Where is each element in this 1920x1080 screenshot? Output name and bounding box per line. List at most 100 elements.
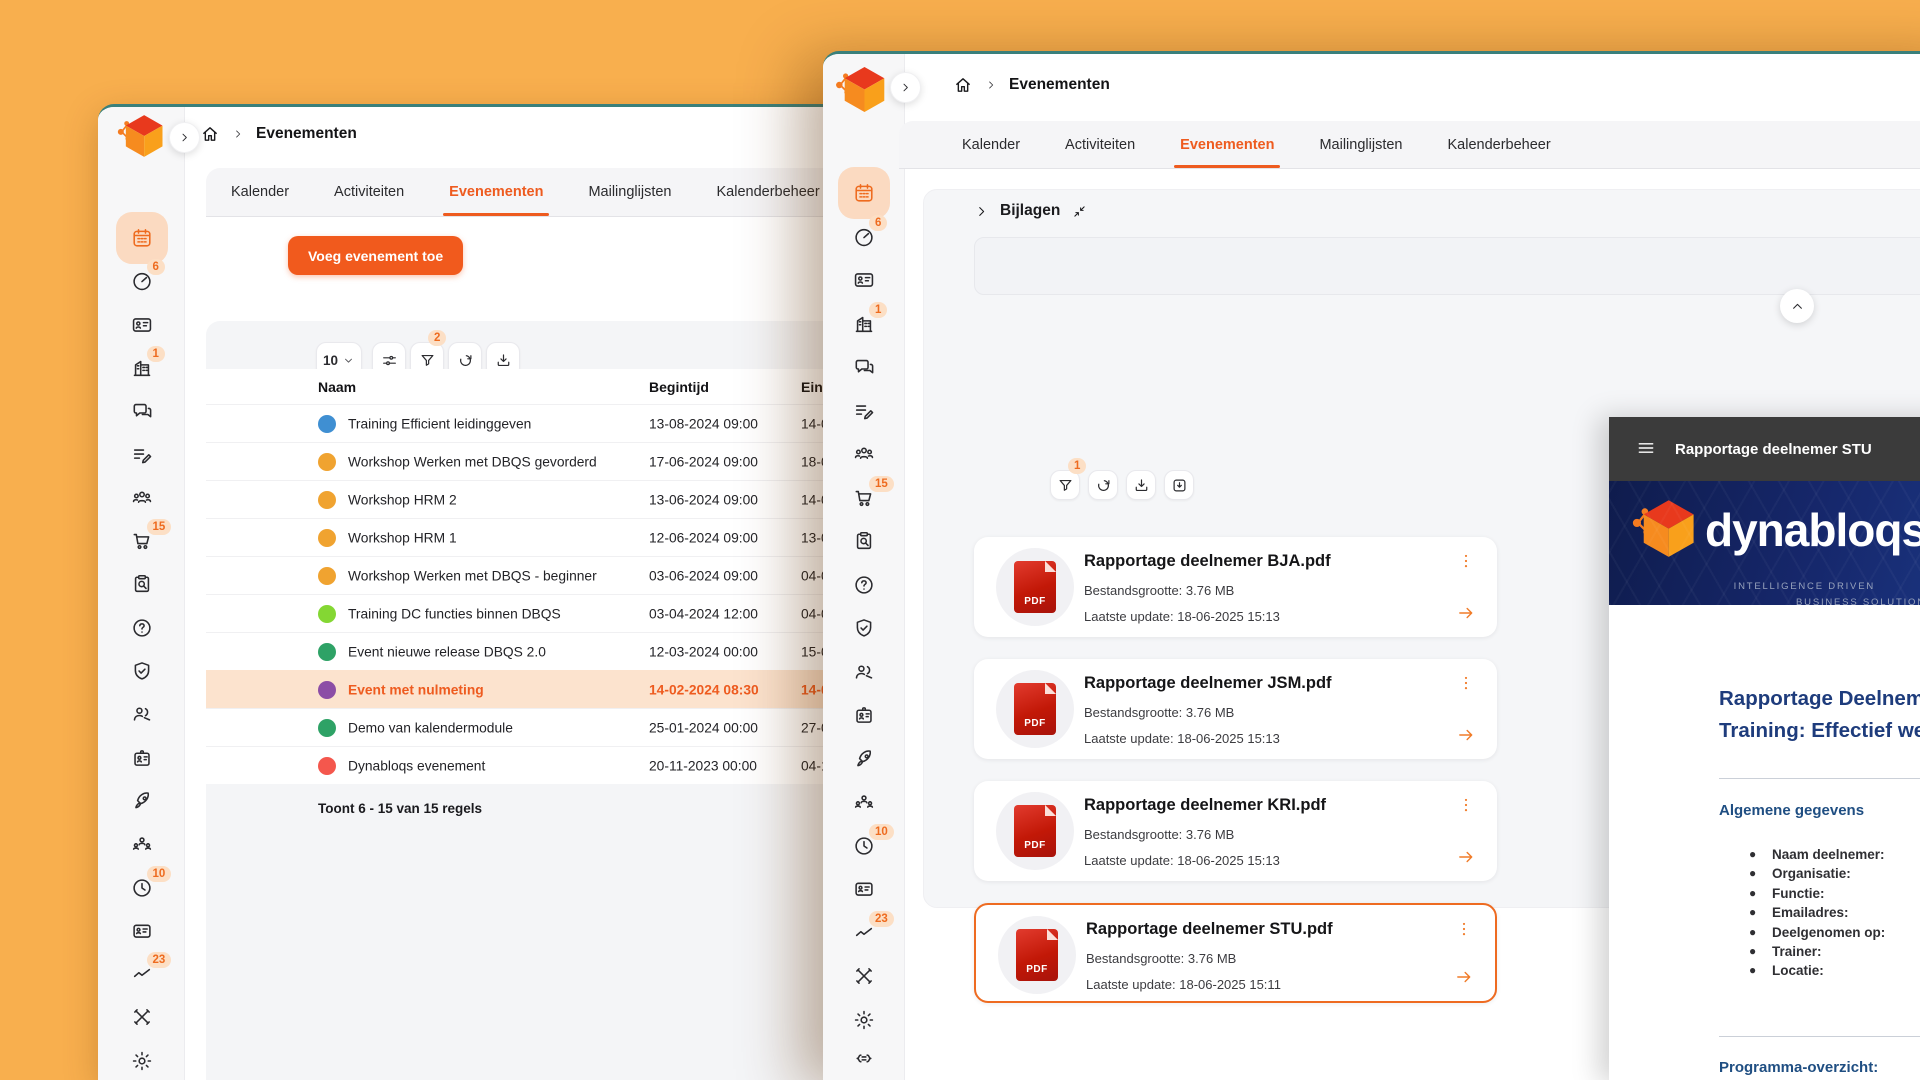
page-title: Evenementen [1009, 76, 1110, 94]
tab-kalenderbeheer[interactable]: Kalenderbeheer [716, 168, 819, 216]
field-label: Locatie: [1772, 961, 1920, 1000]
arrow-right-icon [1454, 967, 1474, 987]
front-sidebar-nav: 6 1 15 10 23 [823, 54, 904, 1080]
sidebar-item-clipboard-search[interactable] [851, 528, 877, 554]
tab-mailinglijsten[interactable]: Mailinglijsten [588, 168, 671, 216]
table-row[interactable]: Event nieuwe release DBQS 2.012-03-2024 … [206, 632, 888, 670]
sidebar-item-chat[interactable] [851, 354, 877, 380]
chevron-right-icon [232, 128, 244, 140]
sidebar-item-shield[interactable] [129, 658, 155, 684]
add-event-button[interactable]: Voeg evenement toe [288, 236, 463, 275]
home-icon[interactable] [200, 124, 220, 144]
sidebar-item-calendar[interactable] [838, 167, 890, 219]
sidebar-item-shield[interactable] [851, 615, 877, 641]
event-name: Dynabloqs evenement [348, 758, 485, 773]
event-color-dot [318, 757, 336, 775]
sidebar-item-help[interactable] [851, 572, 877, 598]
attachment-card[interactable]: PDF Rapportage deelnemer STU.pdf Bestand… [974, 903, 1497, 1003]
events-window-front: 6 1 15 10 23 Evenementen Kalender Activiteite… [823, 51, 1920, 1080]
sidebar-item-badge-id[interactable] [851, 702, 877, 728]
collapse-panel-button[interactable] [1780, 289, 1814, 323]
sidebar-item-rocket[interactable] [851, 746, 877, 772]
more-options-button[interactable] [1453, 919, 1475, 941]
sidebar-item-help[interactable] [129, 615, 155, 641]
home-icon[interactable] [953, 75, 973, 95]
event-color-dot [318, 643, 336, 661]
open-attachment-button[interactable] [1455, 847, 1477, 869]
tab-activiteiten[interactable]: Activiteiten [1065, 121, 1135, 168]
sidebar-item-team[interactable] [851, 789, 877, 815]
sidebar-item-rocket[interactable] [129, 788, 155, 814]
sidebar-item-people[interactable] [851, 441, 877, 467]
table-row[interactable]: Workshop HRM 213-06-2024 09:0014-06-2024… [206, 480, 888, 518]
sidebar-item-person-voice[interactable] [851, 659, 877, 685]
table-row[interactable]: Training DC functies binnen DBQS03-04-20… [206, 594, 888, 632]
tab-kalenderbeheer[interactable]: Kalenderbeheer [1447, 121, 1550, 168]
sidebar-item-cart[interactable]: 15 [129, 528, 155, 554]
sliders-icon [381, 352, 398, 369]
menu-icon[interactable] [1635, 438, 1657, 460]
sidebar-item-clock[interactable]: 10 [851, 833, 877, 859]
sidebar-item-id-card[interactable] [129, 312, 155, 338]
sidebar-item-team[interactable] [129, 831, 155, 857]
attachment-card[interactable]: PDF Rapportage deelnemer BJA.pdf Bestand… [974, 537, 1497, 637]
event-name: Workshop HRM 2 [348, 492, 457, 507]
sidebar-item-company[interactable]: 1 [851, 311, 877, 337]
kebab-icon [1455, 920, 1473, 938]
sidebar-item-trend[interactable]: 23 [851, 920, 877, 946]
chat-icon [131, 400, 153, 422]
more-options-button[interactable] [1455, 551, 1477, 573]
sidebar-item-tools[interactable] [851, 963, 877, 989]
more-options-button[interactable] [1455, 795, 1477, 817]
event-begin: 20-11-2023 00:00 [649, 758, 757, 773]
sidebar-item-chat[interactable] [129, 398, 155, 424]
notification-badge: 23 [147, 952, 172, 968]
tab-kalender[interactable]: Kalender [962, 121, 1020, 168]
sidebar-item-clock[interactable]: 10 [129, 875, 155, 901]
table-row[interactable]: Demo van kalendermodule25-01-2024 00:002… [206, 708, 888, 746]
open-attachment-button[interactable] [1455, 603, 1477, 625]
sidebar-item-people[interactable] [129, 485, 155, 511]
tab-evenementen[interactable]: Evenementen [449, 168, 543, 216]
sidebar-item-clipboard-search[interactable] [129, 571, 155, 597]
card-icon [853, 878, 875, 900]
sidebar-item-person-voice[interactable] [129, 701, 155, 727]
table-row[interactable]: Workshop HRM 112-06-2024 09:0013-06-2024… [206, 518, 888, 556]
table-row[interactable]: Workshop Werken met DBQS - beginner03-06… [206, 556, 888, 594]
sidebar-item-badge-id[interactable] [129, 745, 155, 771]
open-attachment-button[interactable] [1453, 967, 1475, 989]
field-label: Trainer: [1772, 942, 1920, 961]
sidebar-expand-button[interactable] [169, 122, 200, 153]
sidebar-item-code[interactable] [851, 1050, 877, 1076]
attachment-card[interactable]: PDF Rapportage deelnemer JSM.pdf Bestand… [974, 659, 1497, 759]
sidebar-item-gear[interactable] [851, 1007, 877, 1033]
more-options-button[interactable] [1455, 673, 1477, 695]
tab-activiteiten[interactable]: Activiteiten [334, 168, 404, 216]
sidebar-item-company[interactable]: 1 [129, 355, 155, 381]
sidebar-item-calendar[interactable] [116, 212, 168, 264]
table-row[interactable]: Dynabloqs evenement20-11-2023 00:0004-12… [206, 746, 888, 784]
table-header: Naam Begintijd Eindtijd [206, 369, 888, 404]
sidebar-item-notes[interactable] [129, 442, 155, 468]
sidebar-item-dashboard[interactable]: 6 [129, 268, 155, 294]
sidebar-item-gear[interactable] [129, 1048, 155, 1074]
table-row[interactable]: Training Efficient leidinggeven13-08-202… [206, 404, 888, 442]
sidebar-item-trend[interactable]: 23 [129, 961, 155, 987]
sidebar-item-card[interactable] [851, 876, 877, 902]
tab-evenementen[interactable]: Evenementen [1180, 121, 1274, 168]
sidebar-item-id-card[interactable] [851, 267, 877, 293]
badge-id-icon [131, 747, 153, 769]
sidebar-item-tools[interactable] [129, 1004, 155, 1030]
sidebar-item-card[interactable] [129, 918, 155, 944]
sidebar-item-dashboard[interactable]: 6 [851, 224, 877, 250]
table-row[interactable]: Workshop Werken met DBQS gevorderd17-06-… [206, 442, 888, 480]
open-attachment-button[interactable] [1455, 725, 1477, 747]
sidebar-item-notes[interactable] [851, 398, 877, 424]
attachment-card[interactable]: PDF Rapportage deelnemer KRI.pdf Bestand… [974, 781, 1497, 881]
sidebar-item-cart[interactable]: 15 [851, 485, 877, 511]
tab-kalender[interactable]: Kalender [231, 168, 289, 216]
tab-mailinglijsten[interactable]: Mailinglijsten [1319, 121, 1402, 168]
attachment-name: Rapportage deelnemer BJA.pdf [1084, 552, 1331, 571]
table-row[interactable]: Event met nulmeting14-02-2024 08:3014-02… [206, 670, 888, 708]
sidebar-expand-button[interactable] [890, 72, 921, 103]
